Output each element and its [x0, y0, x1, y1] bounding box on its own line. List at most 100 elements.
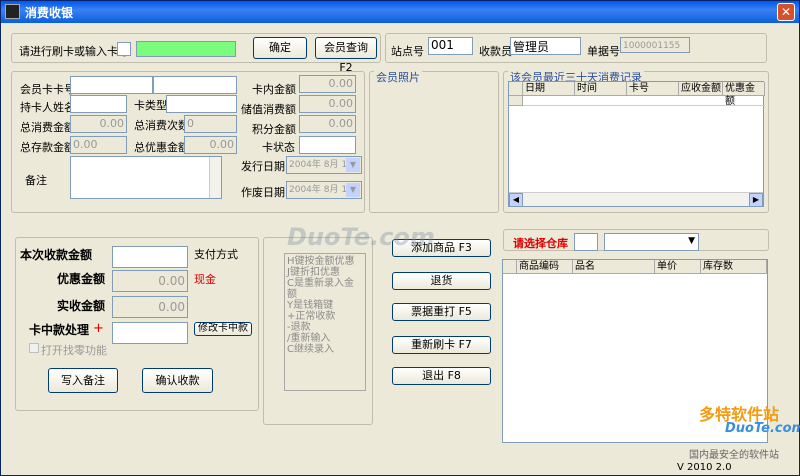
hint-item: /重新输入	[287, 333, 331, 344]
row-header	[503, 260, 517, 274]
chevron-down-icon[interactable]: ▼	[688, 236, 695, 246]
doc-label: 单据号	[587, 45, 620, 58]
modify-card-button[interactable]: 修改卡中款	[194, 322, 252, 336]
reswipe-button[interactable]: 重新刷卡 F7	[392, 336, 491, 354]
cashier-input[interactable]: 管理员	[510, 37, 581, 55]
warehouse-select[interactable]: ▼	[604, 233, 699, 251]
station-input[interactable]: 001	[428, 37, 473, 55]
issue-date-label: 发行日期	[241, 160, 285, 173]
card-swipe-checkbox[interactable]	[117, 42, 131, 56]
history-col-time: 时间	[575, 82, 627, 96]
card-no-label: 会员卡卡号	[20, 83, 75, 96]
hint-item: +正常收款	[287, 311, 336, 322]
row-header	[509, 96, 523, 106]
watermark-site: DuoTe.com	[725, 421, 800, 436]
confirm-button[interactable]: 确定	[253, 37, 307, 59]
card-prompt: 请进行刷卡或输入卡号	[19, 45, 129, 58]
method-label: 支付方式	[194, 248, 238, 261]
discount-input: 0.00	[112, 270, 188, 292]
hint-item: -退款	[287, 322, 311, 333]
return-button[interactable]: 退货	[392, 272, 491, 290]
received-label: 实收金额	[57, 299, 106, 313]
warehouse-label: 请选择仓库	[513, 237, 568, 250]
amount-label: 本次收款金额	[20, 248, 93, 262]
hints-list: H键按金额优惠 J键折扣优惠 C是重新录入金额 Y是钱箱键 +正常收款 -退款 …	[284, 253, 366, 391]
product-col-name: 品名	[573, 260, 655, 274]
chevron-down-icon[interactable]: ▼	[346, 183, 360, 197]
remark-textarea[interactable]	[70, 156, 222, 199]
holder-label: 持卡人姓名	[20, 101, 75, 114]
product-col-code: 商品编码	[517, 260, 573, 274]
remark-label: 备注	[25, 174, 47, 187]
open-change-label: 打开找零功能	[41, 344, 107, 357]
card-mid-input[interactable]	[112, 322, 188, 344]
exit-button[interactable]: 退出 F8	[392, 367, 491, 385]
method-value: 现金	[194, 273, 216, 286]
history-col-card: 卡号	[627, 82, 679, 96]
hint-item: Y是钱箱键	[287, 300, 334, 311]
close-button[interactable]: ✕	[777, 3, 795, 21]
watermark-text: DuoTe.com	[287, 223, 435, 251]
title-bar: 消费收银 ✕	[1, 1, 799, 23]
card-no-input[interactable]	[70, 76, 153, 94]
card-status-label: 卡状态	[262, 141, 295, 154]
member-query-button[interactable]: 会员查询 F2	[315, 37, 377, 74]
history-col-discount: 优惠金额	[723, 82, 765, 107]
station-label: 站点号	[391, 45, 424, 58]
open-change-checkbox[interactable]	[29, 343, 39, 353]
total-consume-input: 0.00	[70, 115, 127, 133]
card-type-label: 卡类型	[134, 99, 167, 112]
total-consume-label: 总消费金额	[20, 121, 75, 134]
history-hscrollbar[interactable]: ◀ ▶	[509, 192, 763, 207]
product-col-price: 单价	[655, 260, 701, 274]
total-discount-input: 0.00	[184, 136, 237, 154]
table-row[interactable]	[523, 96, 765, 106]
remark-scrollbar[interactable]	[209, 157, 221, 198]
hint-item: C是重新录入金额	[287, 278, 354, 300]
chevron-down-icon[interactable]: ▼	[346, 158, 360, 172]
card-type-input[interactable]	[166, 95, 237, 113]
cashier-label: 收款员	[479, 45, 512, 58]
history-col-receivable: 应收金额	[679, 82, 723, 96]
card-number-input[interactable]	[136, 41, 236, 57]
void-date-label: 作废日期	[241, 186, 285, 199]
void-date-value: 2004年 8月 19	[289, 185, 353, 195]
photo-label: 会员照片	[374, 69, 422, 85]
stored-consume-input: 0.00	[299, 95, 356, 113]
issue-date-value: 2004年 8月 19	[289, 160, 353, 170]
card-status-input[interactable]	[299, 136, 356, 154]
write-remark-button[interactable]: 写入备注	[48, 368, 118, 393]
watermark-slogan: 国内最安全的软件站	[689, 450, 779, 461]
confirm-receive-button[interactable]: 确认收款	[142, 368, 213, 393]
card-no-input-2[interactable]	[153, 76, 237, 94]
total-deposit-label: 总存款金额	[20, 141, 75, 154]
amount-input[interactable]	[112, 246, 188, 268]
hint-item: J键折扣优惠	[287, 267, 340, 278]
history-table[interactable]: 日期 时间 卡号 应收金额 优惠金额 ◀ ▶	[508, 81, 765, 207]
history-col-date: 日期	[523, 82, 575, 96]
total-discount-label: 总优惠金额	[134, 141, 189, 154]
hint-item: C继续录入	[287, 344, 334, 355]
doc-number-input: 1000001155	[620, 37, 690, 53]
warehouse-code-input[interactable]	[574, 233, 598, 251]
app-icon	[5, 4, 20, 19]
row-header	[509, 82, 523, 96]
holder-input[interactable]	[70, 95, 127, 113]
void-date-picker[interactable]: 2004年 8月 19 ▼	[286, 181, 362, 199]
card-balance-label: 卡内金额	[252, 83, 296, 96]
points-label: 积分金额	[252, 123, 296, 136]
total-deposit-input: 0.00	[70, 136, 127, 154]
hint-item: H键按金额优惠	[287, 256, 355, 267]
plus-icon: +	[93, 321, 104, 336]
consume-count-label: 总消费次数	[134, 119, 189, 132]
version-label: V 2010 2.0	[677, 462, 732, 473]
scroll-right-icon[interactable]: ▶	[749, 193, 763, 207]
issue-date-picker[interactable]: 2004年 8月 19 ▼	[286, 156, 362, 174]
points-input: 0.00	[299, 115, 356, 133]
discount-label: 优惠金额	[57, 272, 106, 286]
window-title: 消费收银	[25, 6, 74, 20]
reprint-button[interactable]: 票据重打 F5	[392, 303, 491, 321]
scroll-left-icon[interactable]: ◀	[509, 193, 523, 207]
stored-consume-label: 储值消费额	[241, 103, 296, 116]
main-window: 消费收银 ✕ 请进行刷卡或输入卡号 确定 会员查询 F2 站点号 001 收款员…	[0, 0, 800, 476]
